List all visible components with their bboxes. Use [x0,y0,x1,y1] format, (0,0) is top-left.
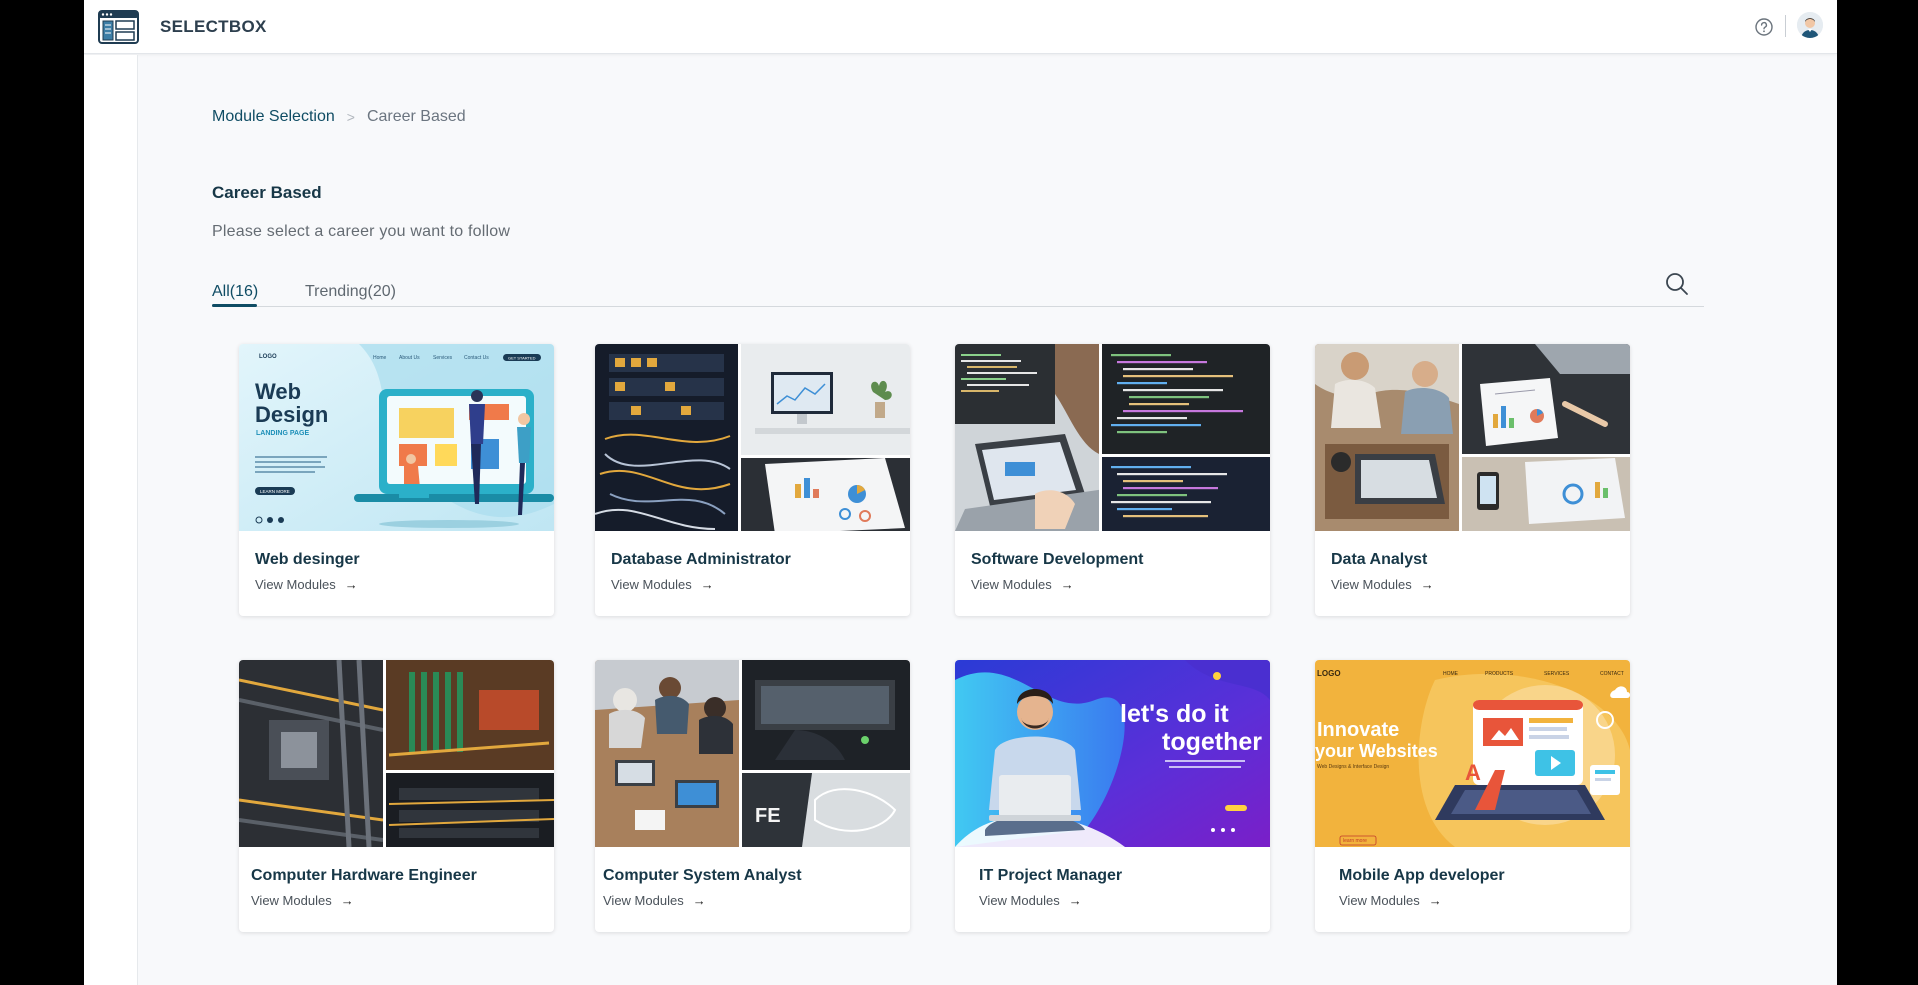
landing-title-web: Web [255,379,301,404]
arrow-right-icon: → [1060,577,1074,592]
card-title: Web desinger [255,551,360,568]
motherboard-collage [239,660,554,847]
view-modules-link[interactable]: View Modules → [1331,577,1434,592]
view-modules-link[interactable]: View Modules → [1339,893,1442,908]
arrow-right-icon: → [700,577,714,592]
career-card-software-development[interactable]: Software Development View Modules → [955,344,1270,616]
breadcrumb-module-selection[interactable]: Module Selection [212,108,335,126]
view-modules-link[interactable]: View Modules → [979,893,1082,908]
view-modules-label: View Modules [979,893,1060,908]
landing-nav-about: About Us [399,355,420,361]
layout-grid-icon[interactable] [98,10,139,44]
mobile-nav-home: HOME [1443,671,1459,677]
help-circle-icon[interactable] [1754,17,1774,37]
mobile-nav-contact: CONTACT [1600,671,1624,677]
banner-line-2: together [1162,728,1262,756]
arrow-right-icon: → [1420,577,1434,592]
breadcrumb: Module Selection > Career Based [212,108,466,126]
landing-nav-contact: Contact Us [464,355,489,361]
career-card-mobile-app-developer[interactable]: LOGO HOME PRODUCTS SERVICES CONTACT Inno… [1315,660,1630,932]
user-avatar-icon[interactable] [1797,12,1823,38]
arrow-right-icon: → [1428,893,1442,908]
card-title: IT Project Manager [979,867,1123,884]
breadcrumb-current: Career Based [366,108,466,125]
mobile-nav-products: PRODUCTS [1485,671,1514,677]
view-modules-label: View Modules [1339,893,1420,908]
view-modules-link[interactable]: View Modules → [251,893,354,908]
mobile-banner-sub: Web Designs & Interface Design [1317,764,1389,770]
side-rail [84,55,138,985]
landing-nav-home: Home [373,355,387,361]
card-title: Computer System Analyst [603,867,802,884]
man-with-laptop-banner: let's do it together [955,660,1270,847]
web-design-landing-page-illustration: LOGO Home About Us Services Contact Us G… [239,344,554,531]
view-modules-label: View Modules [611,577,692,592]
card-title: Mobile App developer [1339,867,1505,884]
arrow-right-icon: → [1068,893,1082,908]
top-bar: SELECTBOX [84,0,1837,54]
view-modules-link[interactable]: View Modules → [971,577,1074,592]
innovate-your-websites-illustration: LOGO HOME PRODUCTS SERVICES CONTACT Inno… [1315,660,1630,847]
arrow-right-icon: → [344,577,358,592]
view-modules-link[interactable]: View Modules → [255,577,358,592]
breadcrumb-separator: > [346,109,355,125]
mobile-banner-logo: LOGO [1317,669,1341,678]
card-title: Software Development [971,551,1144,568]
card-title: Computer Hardware Engineer [251,867,477,884]
arrow-right-icon: → [692,893,706,908]
career-card-database-administrator[interactable]: Database Administrator View Modules → [595,344,910,616]
landing-subtitle: LANDING PAGE [256,430,309,437]
view-modules-link[interactable]: View Modules → [611,577,714,592]
landing-learn-more: LEARN MORE [260,489,290,494]
brand-name: SELECTBOX [160,17,267,36]
page-title: Career Based [212,183,322,202]
view-modules-label: View Modules [1331,577,1412,592]
view-modules-label: View Modules [251,893,332,908]
active-tab-indicator [212,304,257,307]
card-title: Data Analyst [1331,551,1428,568]
topbar-divider [1785,15,1786,37]
app-window: SELECTBOX Module Selection > Career Base… [84,0,1837,985]
team-meeting-collage: FE [595,660,910,847]
career-card-web-designer[interactable]: LOGO Home About Us Services Contact Us G… [239,344,554,616]
mobile-banner-button: learn more [1343,838,1367,844]
mobile-banner-line-1: Innovate [1317,719,1399,741]
landing-title-design: Design [255,402,328,427]
career-card-it-project-manager[interactable]: let's do it together IT Project Manager … [955,660,1270,932]
card-title: Database Administrator [611,551,791,568]
career-card-computer-hardware-engineer[interactable]: Computer Hardware Engineer View Modules … [239,660,554,932]
tab-all[interactable]: All(16) [212,283,258,301]
page-subtitle: Please select a career you want to follo… [212,223,511,240]
career-card-computer-system-analyst[interactable]: FE Computer System Analyst View Modules … [595,660,910,932]
landing-cta: GET STARTED [508,356,536,361]
mobile-banner-line-2: your Websites [1315,741,1438,761]
server-rack-and-desk-collage [595,344,910,531]
shirt-text: FE [755,805,781,827]
charts-and-laptop-collage [1315,344,1630,531]
code-on-screens-collage [955,344,1270,531]
view-modules-link[interactable]: View Modules → [603,893,706,908]
career-card-data-analyst[interactable]: Data Analyst View Modules → [1315,344,1630,616]
banner-line-1: let's do it [1120,700,1229,728]
view-modules-label: View Modules [971,577,1052,592]
landing-logo: LOGO [259,354,277,360]
view-modules-label: View Modules [603,893,684,908]
search-icon[interactable] [1664,271,1690,297]
tab-trending[interactable]: Trending(20) [305,283,396,301]
svg-text:A: A [1465,760,1481,785]
landing-nav-services: Services [433,355,453,361]
mobile-nav-services: SERVICES [1544,671,1570,677]
filter-tabs: All(16) Trending(20) [212,270,1704,307]
arrow-right-icon: → [340,893,354,908]
view-modules-label: View Modules [255,577,336,592]
